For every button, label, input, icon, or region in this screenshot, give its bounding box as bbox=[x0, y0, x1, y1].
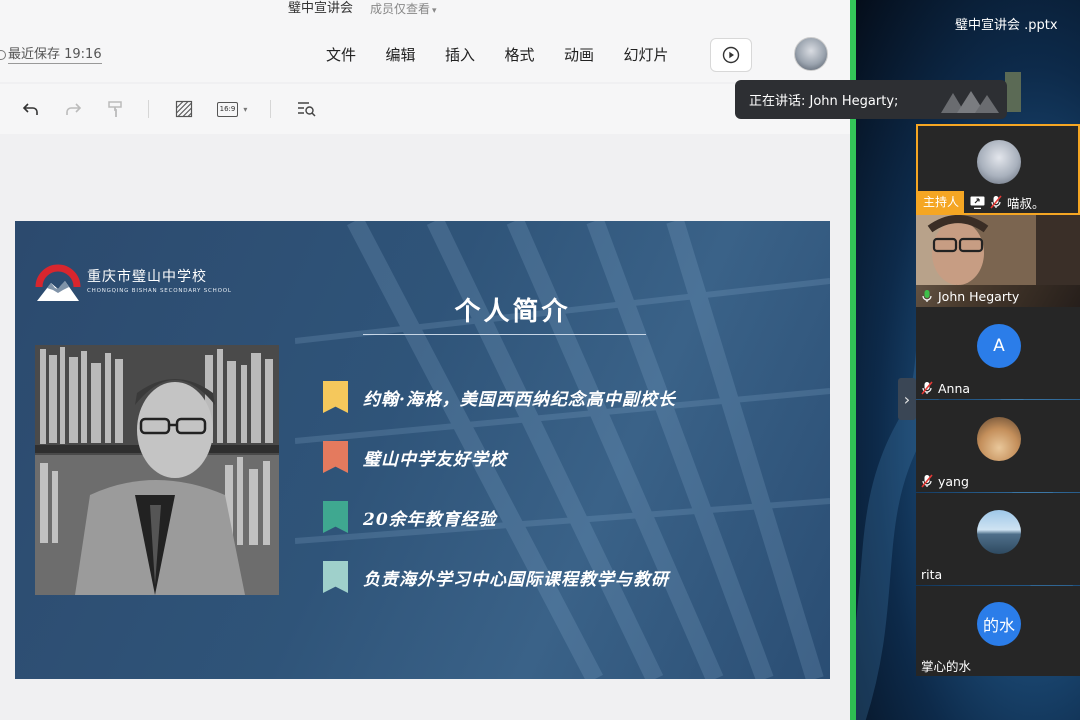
avatar bbox=[977, 140, 1021, 184]
mic-muted-icon bbox=[990, 195, 1002, 209]
school-name-cn: 重庆市璧山中学校 bbox=[87, 269, 207, 285]
editor-toolbar: 16:9 ▾ bbox=[0, 84, 850, 134]
main-menu: 文件 编辑 插入 格式 动画 幻灯片 bbox=[326, 45, 683, 65]
toolbar-divider bbox=[270, 100, 271, 118]
active-speaker-label: 正在讲话: John Hegarty; bbox=[749, 94, 899, 109]
host-badge: 主持人 bbox=[918, 191, 965, 213]
presentation-editor: 璧中宣讲会 成员仅查看 ▾ 最近保存 19:16 文件 编辑 插入 格式 动画 幻… bbox=[0, 0, 850, 720]
school-name-en: CHONGQING BISHAN SECONDARY SCHOOL bbox=[87, 288, 232, 294]
speaker-thumbnail bbox=[1005, 72, 1021, 112]
format-painter-icon bbox=[108, 101, 122, 117]
participant-name: Anna bbox=[938, 380, 971, 396]
find-replace-button[interactable] bbox=[296, 98, 318, 120]
permission-dropdown[interactable]: 成员仅查看 ▾ bbox=[370, 0, 437, 18]
save-status[interactable]: 最近保存 19:16 bbox=[0, 46, 102, 64]
participant-name: yang bbox=[938, 473, 969, 489]
chevron-right-icon: › bbox=[903, 389, 911, 409]
bullet-item: 璧山中学友好学校 bbox=[323, 441, 507, 473]
mic-active-icon bbox=[922, 290, 932, 302]
menu-edit[interactable]: 编辑 bbox=[386, 45, 446, 65]
slide-canvas[interactable]: 重庆市璧山中学校 CHONGQING BISHAN SECONDARY SCHO… bbox=[15, 221, 830, 679]
bullet-text: 20余年教育经验 bbox=[363, 509, 497, 530]
redo-button[interactable] bbox=[62, 98, 84, 120]
save-status-label: 最近保存 19:16 bbox=[8, 47, 102, 64]
undo-icon bbox=[22, 103, 38, 115]
participant-name: 掌心的水 bbox=[921, 658, 972, 674]
participant-tile-john-hegarty[interactable]: John Hegarty bbox=[916, 215, 1080, 307]
participant-name: 喵叔。 bbox=[1007, 195, 1045, 211]
format-painter-button[interactable] bbox=[104, 98, 126, 120]
bullet-text: 璧山中学友好学校 bbox=[363, 449, 507, 470]
search-list-icon bbox=[298, 102, 316, 117]
bullet-text: 负责海外学习中心国际课程教学与教研 bbox=[363, 569, 669, 590]
screen-share-icon bbox=[970, 196, 985, 209]
mic-muted-icon bbox=[921, 474, 933, 488]
bullet-text: 约翰·海格，美国西西纳纪念高中副校长 bbox=[363, 389, 676, 410]
participant-name-bar: Anna bbox=[916, 377, 970, 399]
background-button[interactable] bbox=[173, 98, 195, 120]
participant-name-bar: 掌心的水 bbox=[916, 654, 971, 676]
title-divider bbox=[363, 334, 646, 335]
aspect-ratio-label: 16:9 bbox=[216, 101, 239, 117]
aspect-ratio-dropdown[interactable]: 16:9 ▾ bbox=[214, 98, 250, 120]
portrait-photo bbox=[35, 345, 279, 595]
participant-name-bar: 主持人 喵叔。 bbox=[918, 191, 1045, 213]
speaker-portrait bbox=[35, 345, 279, 595]
participant-tile-host[interactable]: 主持人 喵叔。 bbox=[916, 124, 1080, 215]
participant-tile-anna[interactable]: A Anna bbox=[916, 307, 1080, 399]
hatch-fill-icon bbox=[175, 100, 193, 118]
slide-title: 个人简介 bbox=[454, 297, 571, 327]
editor-header: 璧中宣讲会 成员仅查看 ▾ 最近保存 19:16 文件 编辑 插入 格式 动画 幻… bbox=[0, 0, 850, 82]
school-logo: 重庆市璧山中学校 CHONGQING BISHAN SECONDARY SCHO… bbox=[33, 257, 232, 303]
shared-file-title: 璧中宣讲会 .pptx bbox=[955, 18, 1058, 33]
document-title[interactable]: 璧中宣讲会 bbox=[288, 0, 353, 18]
school-emblem-icon bbox=[35, 264, 81, 301]
bullet-flag-icon bbox=[323, 441, 348, 473]
chevron-down-icon: ▾ bbox=[243, 104, 248, 114]
bullet-flag-icon bbox=[323, 501, 348, 533]
menu-insert[interactable]: 插入 bbox=[445, 45, 505, 65]
collapse-panel-button[interactable]: › bbox=[898, 378, 916, 420]
participant-name: rita bbox=[921, 566, 943, 582]
participant-name-bar: rita bbox=[916, 563, 942, 585]
participant-name-bar: John Hegarty bbox=[916, 285, 1080, 307]
mic-muted-icon bbox=[921, 381, 933, 395]
user-avatar[interactable] bbox=[794, 37, 828, 71]
avatar bbox=[977, 510, 1021, 554]
play-slideshow-button[interactable] bbox=[710, 38, 752, 72]
speaker-avatar-icon bbox=[941, 91, 999, 113]
undo-button[interactable] bbox=[20, 98, 42, 120]
chevron-down-icon: ▾ bbox=[432, 6, 437, 16]
bullet-item: 约翰·海格，美国西西纳纪念高中副校长 bbox=[323, 381, 676, 413]
avatar bbox=[977, 417, 1021, 461]
sync-icon bbox=[0, 50, 6, 60]
participant-tile-zhangxin[interactable]: 的水 掌心的水 bbox=[916, 586, 1080, 676]
active-speaker-banner: 正在讲话: John Hegarty; bbox=[735, 80, 1007, 119]
bullet-item: 20余年教育经验 bbox=[323, 501, 497, 533]
participant-video bbox=[916, 215, 1080, 285]
bullet-flag-icon bbox=[323, 561, 348, 593]
bullet-item: 负责海外学习中心国际课程教学与教研 bbox=[323, 561, 669, 593]
menu-animation[interactable]: 动画 bbox=[564, 45, 624, 65]
participant-tile-yang[interactable]: yang bbox=[916, 400, 1080, 492]
participant-tile-rita[interactable]: rita bbox=[916, 493, 1080, 585]
toolbar-divider bbox=[148, 100, 149, 118]
avatar: A bbox=[977, 324, 1021, 368]
menu-format[interactable]: 格式 bbox=[505, 45, 565, 65]
bullet-flag-icon bbox=[323, 381, 348, 413]
menu-slideshow[interactable]: 幻灯片 bbox=[624, 45, 684, 65]
avatar: 的水 bbox=[977, 602, 1021, 646]
menu-file[interactable]: 文件 bbox=[326, 45, 386, 65]
play-icon bbox=[722, 46, 740, 64]
participant-name-bar: yang bbox=[916, 470, 969, 492]
permission-label: 成员仅查看 bbox=[370, 2, 431, 16]
redo-icon bbox=[66, 103, 82, 115]
participant-name: John Hegarty bbox=[938, 288, 1020, 304]
